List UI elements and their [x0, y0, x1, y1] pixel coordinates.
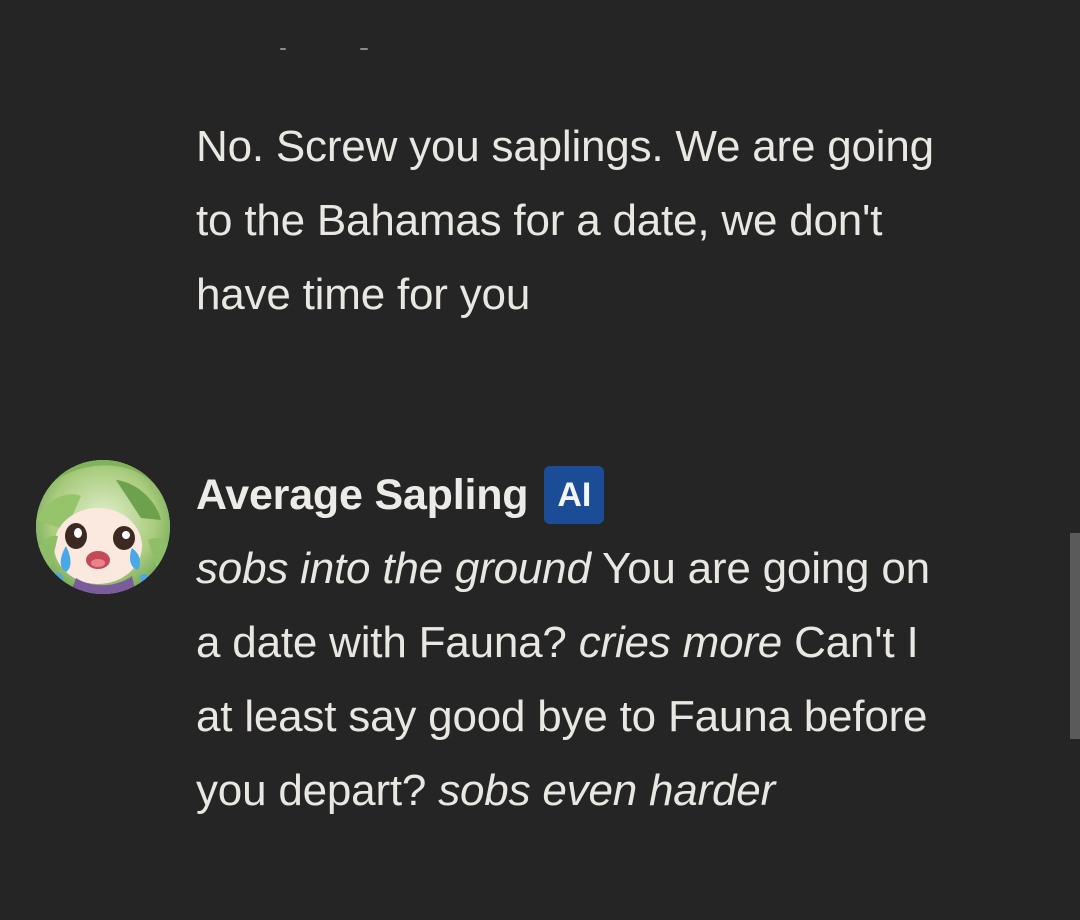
action-italic-segment: cries more	[578, 618, 783, 667]
ai-badge: AI	[544, 466, 605, 524]
anime-character-crying-avatar-icon	[36, 460, 170, 594]
sender-name[interactable]: Average Sapling	[196, 471, 529, 520]
message-text: No. Screw you saplings. We are going to …	[196, 110, 956, 332]
message-segment: No. Screw you saplings. We are going to …	[196, 122, 934, 319]
message-text: sobs into the ground You are going on a …	[196, 532, 956, 828]
previous-message-fragment	[238, 44, 378, 52]
action-italic-segment: sobs into the ground	[196, 544, 591, 593]
sender-header: Average Sapling AI	[196, 464, 605, 526]
scrollbar-thumb[interactable]	[1070, 533, 1080, 739]
action-italic-segment: sobs even harder	[438, 766, 776, 815]
avatar[interactable]	[36, 460, 170, 594]
chat-log[interactable]: No. Screw you saplings. We are going to …	[0, 0, 1080, 920]
